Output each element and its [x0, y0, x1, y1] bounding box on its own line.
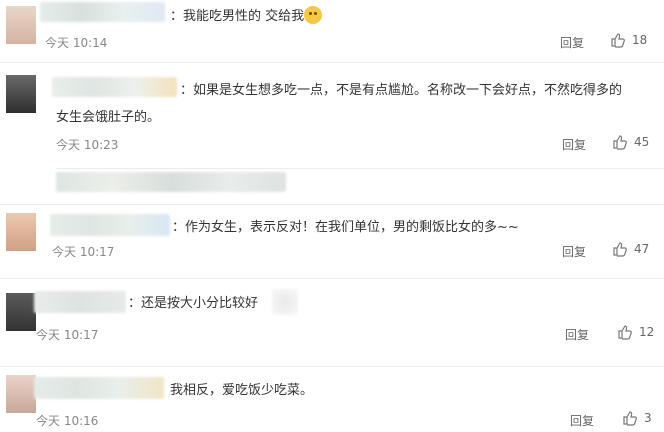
like-button[interactable]: 3 [622, 410, 652, 426]
reply-button[interactable]: 回复 [562, 136, 586, 153]
divider [56, 168, 664, 169]
reply-button[interactable]: 回复 [562, 243, 586, 260]
comment-text: 我相反，爱吃饭少吃菜。 [170, 383, 314, 398]
avatar[interactable] [6, 293, 36, 331]
comment-text: ：作为女生，表示反对！在我们单位，男的剩饭比女的多~~ [172, 220, 519, 235]
thumbs-up-icon [611, 33, 625, 48]
like-count: 3 [644, 411, 652, 425]
like-button[interactable]: 45 [612, 134, 649, 150]
username-blurred[interactable] [40, 2, 165, 22]
avatar[interactable] [6, 375, 36, 413]
thumbs-up-icon [623, 411, 637, 426]
like-button[interactable]: 47 [612, 241, 649, 257]
blurred-content-block [56, 172, 286, 192]
like-count: 12 [639, 325, 655, 339]
comment-time: 今天 10:14 [45, 36, 108, 50]
comment-text-line: 女生会饿肚子的。 [56, 110, 161, 125]
like-count: 18 [632, 33, 648, 47]
avatar[interactable] [6, 75, 36, 113]
comment-feed: ：我能吃男性的 交给我 今天 10:14 回复 18 ：如果是女生想多吃一点，不… [0, 0, 664, 432]
like-count: 47 [634, 242, 650, 256]
comment-text-line: ：如果是女生想多吃一点，不是有点尴尬。名称改一下会好点，不然吃得多的 [180, 83, 623, 98]
reply-button[interactable]: 回复 [570, 412, 594, 429]
reply-button[interactable]: 回复 [560, 34, 584, 51]
comment-item: ：我能吃男性的 交给我 今天 10:14 回复 18 [0, 0, 664, 62]
comment-time: 今天 10:23 [56, 138, 119, 152]
comment-item: 我相反，爱吃饭少吃菜。 今天 10:16 回复 3 [0, 367, 664, 432]
like-button[interactable]: 12 [617, 324, 654, 340]
comment-item: ：如果是女生想多吃一点，不是有点尴尬。名称改一下会好点，不然吃得多的 女生会饿肚… [0, 63, 664, 167]
comment-time: 今天 10:17 [36, 328, 99, 342]
comment-text: ：我能吃男性的 交给我 [170, 6, 323, 27]
blurred-sticker [272, 289, 298, 315]
comment-text: ：还是按大小分比较好 [128, 296, 259, 311]
like-button[interactable]: 18 [610, 32, 647, 48]
username-blurred[interactable] [34, 377, 164, 399]
comment-item: ：还是按大小分比较好 今天 10:17 回复 12 [0, 279, 664, 351]
username-blurred[interactable] [50, 214, 170, 236]
like-count: 45 [634, 135, 650, 149]
comment-item: ：作为女生，表示反对！在我们单位，男的剩饭比女的多~~ 今天 10:17 回复 … [0, 205, 664, 277]
username-blurred[interactable] [34, 291, 126, 313]
reply-button[interactable]: 回复 [565, 326, 589, 343]
comment-time: 今天 10:17 [52, 245, 115, 259]
avatar[interactable] [6, 213, 36, 251]
grin-face-icon [304, 6, 323, 24]
avatar[interactable] [6, 6, 36, 44]
username-blurred[interactable] [52, 77, 177, 97]
comment-time: 今天 10:16 [36, 414, 99, 428]
thumbs-up-icon [613, 242, 627, 257]
thumbs-up-icon [618, 325, 632, 340]
thumbs-up-icon [613, 135, 627, 150]
